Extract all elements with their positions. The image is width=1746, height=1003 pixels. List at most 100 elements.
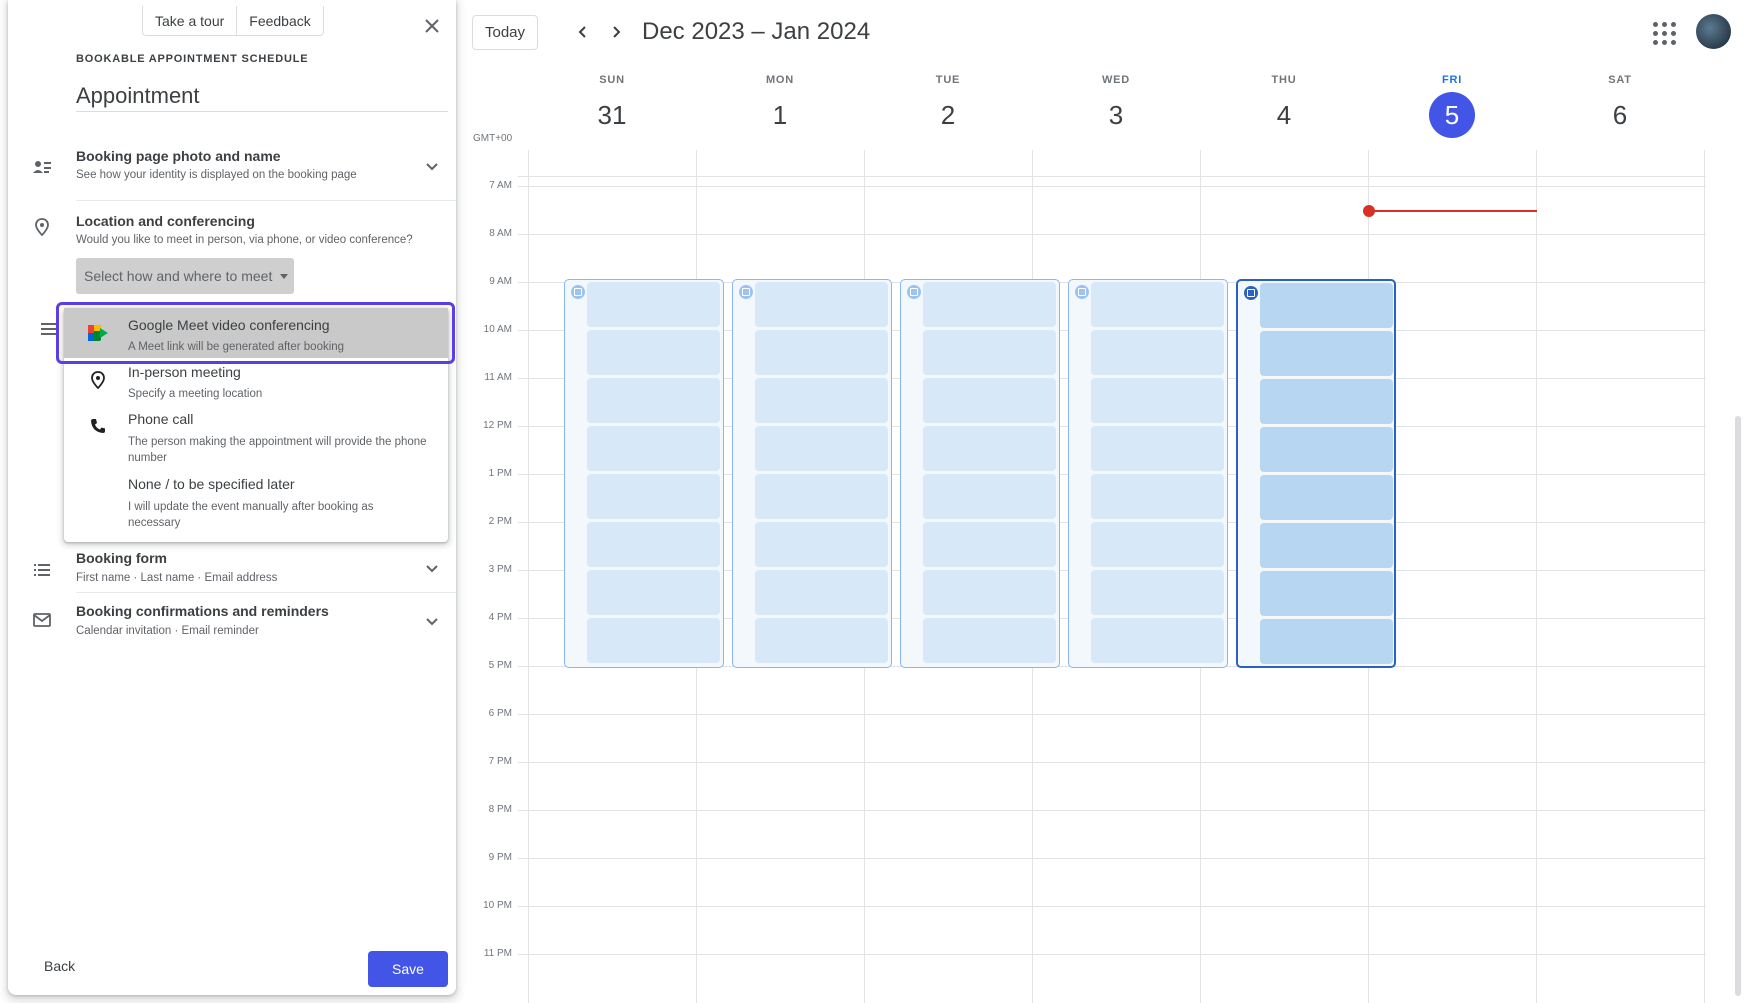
day-number[interactable]: 6: [1597, 92, 1643, 138]
take-tour-button[interactable]: Take a tour: [143, 6, 238, 35]
hour-label: 10 PM: [483, 900, 512, 911]
appointment-block[interactable]: [732, 279, 892, 668]
chevron-right-icon[interactable]: [600, 16, 632, 48]
menu-item-phone-call[interactable]: Phone call The person making the appoint…: [64, 406, 448, 472]
day-number[interactable]: 5: [1429, 92, 1475, 138]
chevron-down-icon[interactable]: [422, 612, 442, 632]
appointment-block[interactable]: [564, 279, 724, 668]
avatar[interactable]: [1696, 14, 1731, 49]
appointment-slot[interactable]: [1260, 427, 1393, 472]
description-icon: [41, 323, 57, 335]
appointment-slot[interactable]: [587, 282, 720, 327]
schedule-icon: [571, 285, 585, 299]
day-header-mon[interactable]: MON 1: [696, 72, 864, 138]
hour-label: 8 PM: [488, 804, 512, 815]
appointment-slot[interactable]: [587, 618, 720, 663]
appointment-slot[interactable]: [587, 378, 720, 423]
appointment-slot[interactable]: [755, 426, 888, 471]
section-title: Booking form: [76, 550, 167, 566]
hour-label: 9 AM: [489, 276, 512, 287]
menu-item-in-person[interactable]: In-person meeting Specify a meeting loca…: [64, 358, 448, 406]
hour-label: 6 PM: [488, 708, 512, 719]
confirmations-section[interactable]: Booking confirmations and reminders Cale…: [8, 600, 456, 650]
menu-item-title: None / to be specified later: [128, 476, 295, 492]
appointment-slot[interactable]: [587, 474, 720, 519]
appointment-slot[interactable]: [587, 570, 720, 615]
appointment-slot[interactable]: [1260, 523, 1393, 568]
day-number[interactable]: 4: [1261, 92, 1307, 138]
appointment-slot[interactable]: [1091, 330, 1224, 375]
schedule-icon: [739, 285, 753, 299]
chevron-down-icon[interactable]: [422, 559, 442, 579]
appointment-slot[interactable]: [1260, 283, 1393, 328]
appointment-slot[interactable]: [755, 282, 888, 327]
appointment-slot[interactable]: [1260, 619, 1393, 664]
day-header-fri[interactable]: FRI 5: [1368, 72, 1536, 138]
appointment-slot[interactable]: [587, 330, 720, 375]
appointment-slot[interactable]: [923, 570, 1056, 615]
day-number[interactable]: 3: [1093, 92, 1139, 138]
menu-item-none[interactable]: None / to be specified later I will upda…: [64, 472, 448, 538]
close-icon[interactable]: [420, 14, 444, 38]
day-number[interactable]: 2: [925, 92, 971, 138]
appointment-slot[interactable]: [923, 474, 1056, 519]
chevron-down-icon[interactable]: [422, 157, 442, 177]
hour-label: 1 PM: [488, 468, 512, 479]
appointment-slot[interactable]: [923, 426, 1056, 471]
hour-label: 8 AM: [489, 228, 512, 239]
appointment-slot[interactable]: [755, 474, 888, 519]
list-icon: [32, 560, 52, 580]
appointment-slot[interactable]: [923, 378, 1056, 423]
appointment-slot[interactable]: [1091, 522, 1224, 567]
person-list-icon: [32, 157, 52, 177]
day-header-sat[interactable]: SAT 6: [1536, 72, 1704, 138]
section-subtitle: First name · Last name · Email address: [76, 572, 278, 584]
appointment-slot[interactable]: [923, 618, 1056, 663]
appointment-slot[interactable]: [923, 522, 1056, 567]
meeting-type-select[interactable]: Select how and where to meet: [76, 258, 294, 294]
appointment-slot[interactable]: [755, 522, 888, 567]
schedule-icon: [907, 285, 921, 299]
day-header-tue[interactable]: TUE 2: [864, 72, 1032, 138]
day-header-wed[interactable]: WED 3: [1032, 72, 1200, 138]
appointment-slot[interactable]: [1091, 378, 1224, 423]
appointment-slot[interactable]: [755, 378, 888, 423]
appointment-slot[interactable]: [923, 282, 1056, 327]
appointment-slot[interactable]: [1260, 475, 1393, 520]
title-input[interactable]: [76, 80, 448, 112]
day-number[interactable]: 31: [589, 92, 635, 138]
appointment-slot[interactable]: [923, 330, 1056, 375]
appointment-slot[interactable]: [587, 426, 720, 471]
apps-grid-icon[interactable]: [1647, 16, 1679, 48]
appointment-slot[interactable]: [755, 618, 888, 663]
back-button[interactable]: Back: [44, 958, 75, 974]
appointment-block[interactable]: [1236, 279, 1396, 668]
appointment-slot[interactable]: [755, 330, 888, 375]
appointment-slot[interactable]: [1091, 426, 1224, 471]
appointment-slot[interactable]: [1260, 331, 1393, 376]
chevron-left-icon[interactable]: [567, 16, 599, 48]
appointment-slot[interactable]: [755, 570, 888, 615]
appointment-block[interactable]: [1068, 279, 1228, 668]
select-label: Select how and where to meet: [84, 268, 273, 284]
day-header-thu[interactable]: THU 4: [1200, 72, 1368, 138]
appointment-slot[interactable]: [1091, 474, 1224, 519]
appointment-slot[interactable]: [1260, 379, 1393, 424]
caret-down-icon: [280, 273, 289, 279]
panel-eyebrow: BOOKABLE APPOINTMENT SCHEDULE: [76, 53, 309, 65]
booking-photo-section[interactable]: Booking page photo and name See how your…: [8, 140, 456, 190]
feedback-button[interactable]: Feedback: [237, 6, 322, 35]
appointment-slot[interactable]: [1091, 282, 1224, 327]
section-title: Location and conferencing: [76, 213, 255, 229]
appointment-slot[interactable]: [1260, 571, 1393, 616]
day-number[interactable]: 1: [757, 92, 803, 138]
day-header-sun[interactable]: SUN 31: [528, 72, 696, 138]
save-button[interactable]: Save: [368, 951, 448, 987]
appointment-slot[interactable]: [1091, 570, 1224, 615]
today-button[interactable]: Today: [472, 15, 538, 50]
appointment-slot[interactable]: [587, 522, 720, 567]
appointment-block[interactable]: [900, 279, 1060, 668]
grid-scrollbar[interactable]: [1735, 416, 1741, 996]
appointment-slot[interactable]: [1091, 618, 1224, 663]
menu-item-subtitle: Specify a meeting location: [128, 388, 263, 400]
